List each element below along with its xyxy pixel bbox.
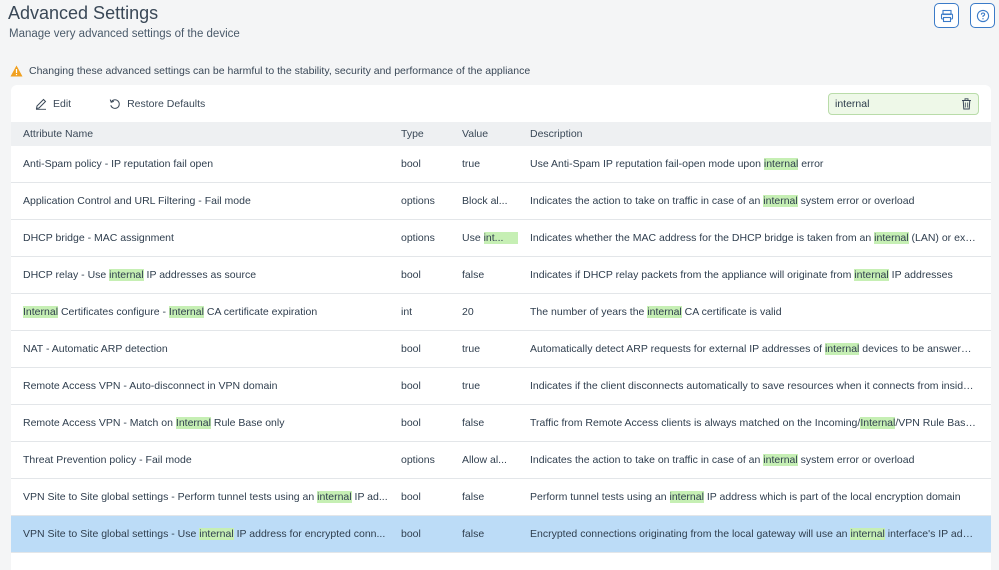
cell-description: Indicates if DHCP relay packets from the… [530,269,953,281]
cell-description: The number of years the internal CA cert… [530,306,782,318]
cell-type: options [401,454,435,466]
help-icon [976,9,989,22]
cell-description: Traffic from Remote Access clients is al… [530,417,989,429]
table-row[interactable]: Remote Access VPN - Auto-disconnect in V… [11,368,991,405]
search-match-highlight: internal [199,528,234,540]
print-button[interactable] [934,3,959,28]
cell-value: Block al... [462,195,508,207]
search-match-highlight: internal [109,269,144,281]
cell-attribute-name: DHCP relay - Use internal IP addresses a… [23,269,257,281]
restore-defaults-label: Restore Defaults [127,97,206,110]
cell-value: true [462,343,481,355]
cell-value: Use int... [462,232,530,245]
search-input[interactable] [835,98,961,110]
printer-icon [940,9,953,22]
search-match-highlight: int... [483,232,518,245]
cell-attribute-name: VPN Site to Site global settings - Perfo… [23,491,388,503]
cell-description: Indicates the action to take on traffic … [530,195,915,207]
search-match-highlight: Internal [860,417,896,429]
cell-attribute-name: Application Control and URL Filtering - … [23,195,251,207]
cell-type: options [401,232,435,244]
cell-description: Perform tunnel tests using an internal I… [530,491,961,503]
cell-attribute-name: DHCP bridge - MAC assignment [23,232,174,244]
cell-value: false [462,491,485,503]
search-match-highlight: internal [669,491,704,503]
table-row[interactable]: Application Control and URL Filtering - … [11,183,991,220]
cell-type: bool [401,158,421,170]
table-header: Attribute Name Type Value Description [11,122,991,146]
cell-type: options [401,195,435,207]
edit-button[interactable]: Edit [35,98,71,110]
value-text: Use int... [462,232,518,245]
table-row[interactable]: DHCP relay - Use internal IP addresses a… [11,257,991,294]
help-button[interactable] [970,3,995,28]
cell-type: bool [401,269,421,281]
cell-description: Indicates if the client disconnects auto… [530,380,984,392]
cell-type: int [401,306,413,318]
edit-label: Edit [53,97,72,110]
cell-attribute-name: Anti-Spam policy - IP reputation fail op… [23,158,214,170]
cell-attribute-name: Remote Access VPN - Auto-disconnect in V… [23,380,278,392]
toolbar: Edit Restore Defaults [11,85,991,122]
warning-text: Changing these advanced settings can be … [29,65,531,77]
settings-panel: Edit Restore Defaults Attribute Name Typ… [11,85,991,570]
cell-value: 20 [462,306,474,318]
page-subtitle: Manage very advanced settings of the dev… [9,28,240,40]
warning-banner: Changing these advanced settings can be … [10,65,530,77]
cell-description: Indicates the action to take on traffic … [530,454,915,466]
cell-attribute-name: Threat Prevention policy - Fail mode [23,454,192,466]
search-match-highlight: internal [647,306,682,318]
search-match-highlight: internal [763,158,799,170]
search-match-highlight: internal [854,269,889,281]
cell-type: bool [401,343,421,355]
cell-value: false [462,417,485,429]
search-match-highlight: Internal [23,306,59,318]
cell-attribute-name: VPN Site to Site global settings - Use i… [23,528,386,540]
cell-type: bool [401,528,421,540]
cell-description: Automatically detect ARP requests for ex… [530,343,985,355]
search-match-highlight: internal [763,454,798,466]
cell-description: Encrypted connections originating from t… [530,528,981,540]
search-match-highlight: internal [763,195,798,207]
cell-value: true [462,158,481,170]
table-body: Anti-Spam policy - IP reputation fail op… [11,146,991,553]
page-title: Advanced Settings [8,3,159,23]
cell-attribute-name: NAT - Automatic ARP detection [23,343,168,355]
cell-value: false [462,528,485,540]
table-row[interactable]: NAT - Automatic ARP detection bool true Aut… [11,331,991,368]
cell-description: Indicates whether the MAC address for th… [530,232,986,244]
restore-defaults-button[interactable]: Restore Defaults [109,98,205,110]
cell-attribute-name: Internal Certificates configure - Intern… [23,306,318,318]
cell-type: bool [401,380,421,392]
cell-attribute-name: Remote Access VPN - Match on Internal Ru… [23,417,285,429]
column-header-value[interactable]: Value [462,128,530,140]
table-row[interactable]: VPN Site to Site global settings - Use i… [11,516,991,553]
trash-icon[interactable] [961,98,972,110]
table-row[interactable]: Anti-Spam policy - IP reputation fail op… [11,146,991,183]
column-header-type[interactable]: Type [401,128,462,140]
table-row[interactable]: DHCP bridge - MAC assignment options Use i… [11,220,991,257]
search-match-highlight: internal [824,343,860,355]
column-header-attribute-name[interactable]: Attribute Name [11,128,401,140]
warning-triangle-icon [10,65,23,77]
cell-value: true [462,380,481,392]
restore-icon [109,98,120,109]
column-header-description[interactable]: Description [530,128,991,140]
search-match-highlight: Internal [175,417,211,429]
cell-type: bool [401,491,421,503]
search-match-highlight: Internal [168,306,204,318]
table-row[interactable]: Remote Access VPN - Match on Internal Ru… [11,405,991,442]
table-row[interactable]: Internal Certificates configure - Intern… [11,294,991,331]
table-row[interactable]: Threat Prevention policy - Fail mode opti… [11,442,991,479]
search-field[interactable] [828,93,979,115]
search-match-highlight: internal [850,528,885,540]
cell-description: Use Anti-Spam IP reputation fail-open mo… [530,158,824,170]
search-match-highlight: internal [874,232,909,244]
pencil-icon [35,98,47,110]
cell-value: false [462,269,485,281]
cell-type: bool [401,417,421,429]
table-row[interactable]: VPN Site to Site global settings - Perfo… [11,479,991,516]
cell-value: Allow al... [462,454,507,466]
search-match-highlight: internal [317,491,352,503]
